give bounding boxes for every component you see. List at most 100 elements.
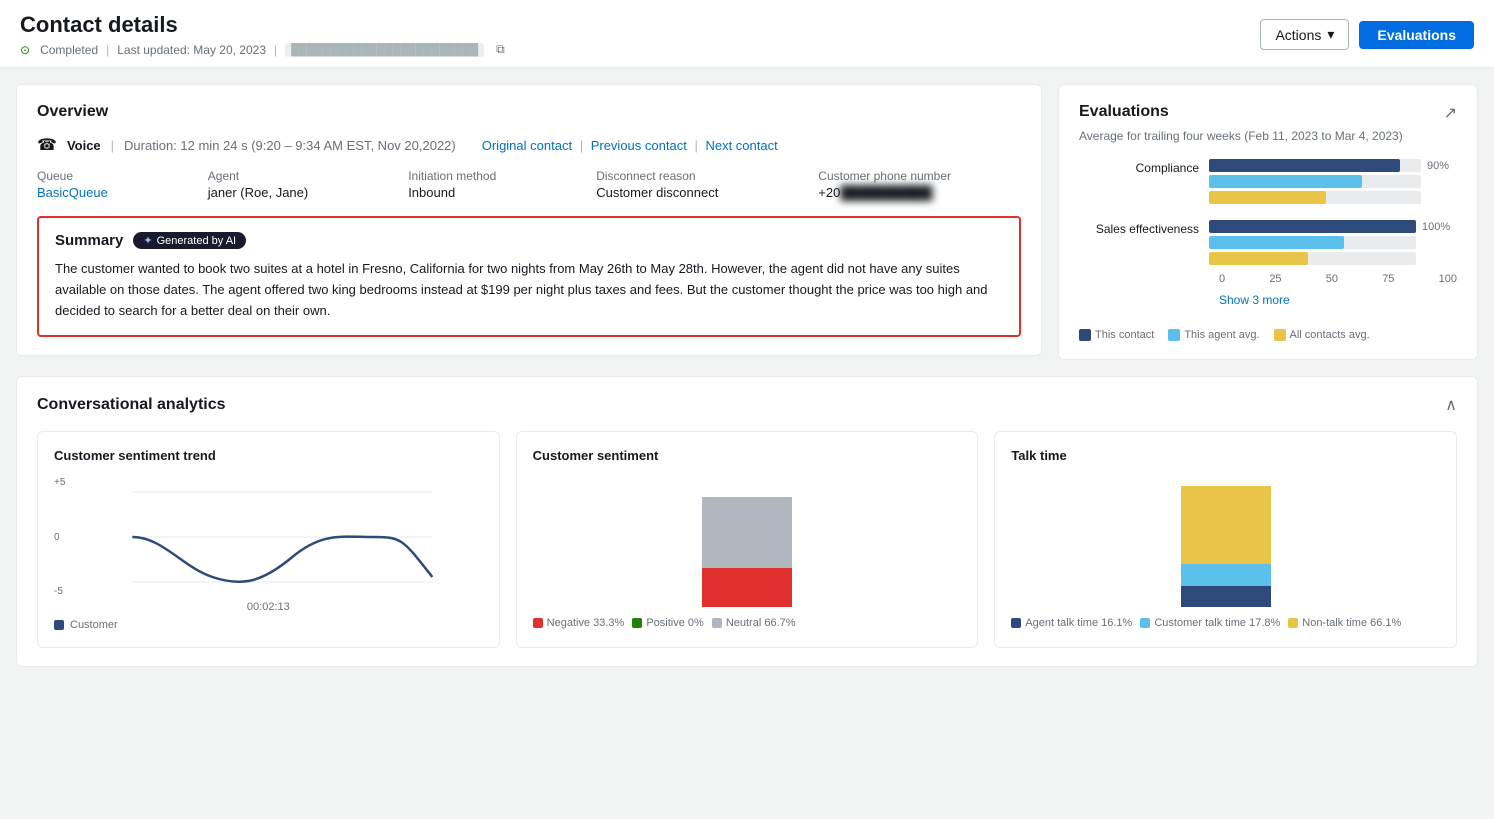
voice-label: Voice <box>67 138 101 153</box>
compliance-label: Compliance <box>1079 159 1209 175</box>
analytics-cards: Customer sentiment trend +5 0 -5 <box>37 431 1457 648</box>
analytics-section: Conversational analytics ∧ Customer sent… <box>16 376 1478 667</box>
sentiment-trend-card: Customer sentiment trend +5 0 -5 <box>37 431 500 648</box>
agent-item: Agent janer (Roe, Jane) <box>208 169 378 200</box>
voice-duration: Duration: 12 min 24 s (9:20 – 9:34 AM ES… <box>124 138 456 153</box>
initiation-value: Inbound <box>408 185 566 200</box>
talk-time-title: Talk time <box>1011 448 1440 463</box>
trend-svg <box>82 477 483 597</box>
ai-badge: ✦ Generated by AI <box>133 232 246 249</box>
sales-label: Sales effectiveness <box>1079 220 1209 236</box>
agent-value: janer (Roe, Jane) <box>208 185 378 200</box>
meta-grid: Queue BasicQueue Agent janer (Roe, Jane)… <box>37 169 1021 200</box>
disconnect-item: Disconnect reason Customer disconnect <box>596 169 788 200</box>
legend-agent-avg: This agent avg. <box>1168 329 1259 341</box>
positive-legend: Positive 0% <box>632 617 703 629</box>
sentiment-trend-title: Customer sentiment trend <box>54 448 483 463</box>
sales-section: Sales effectiveness 100% <box>1079 220 1457 265</box>
voice-row: ☎ Voice | Duration: 12 min 24 s (9:20 – … <box>37 135 1021 155</box>
talk-time-card: Talk time Agent talk time 16.1% <box>994 431 1457 648</box>
talktime-legend: Agent talk time 16.1% Customer talk time… <box>1011 617 1440 629</box>
positive-dot <box>632 618 642 628</box>
sentiment-legend: Negative 33.3% Positive 0% Neutral 66.7% <box>533 617 962 629</box>
x-axis-label: 00:02:13 <box>54 601 483 613</box>
sentiment-trend-chart: +5 0 -5 <box>54 477 483 597</box>
contact-id: ████████████████████████ <box>285 43 484 57</box>
star-icon: ✦ <box>143 234 152 247</box>
queue-link[interactable]: BasicQueue <box>37 185 108 200</box>
header-left: Contact details ⊙ Completed | Last updat… <box>20 12 505 57</box>
status-badge: Completed <box>40 43 98 57</box>
copy-icon[interactable]: ⧉ <box>496 42 505 57</box>
customer-dot <box>54 620 64 630</box>
summary-title: Summary <box>55 232 123 249</box>
disconnect-value: Customer disconnect <box>596 185 788 200</box>
summary-box: Summary ✦ Generated by AI The customer w… <box>37 216 1021 337</box>
this-contact-dot <box>1079 329 1091 341</box>
overview-title: Overview <box>37 103 1021 121</box>
negative-segment <box>702 568 792 607</box>
compliance-section: Compliance 90% <box>1079 159 1457 204</box>
trend-legend: Customer <box>54 619 483 631</box>
queue-item: Queue BasicQueue <box>37 169 178 200</box>
neutral-legend: Neutral 66.7% <box>712 617 796 629</box>
negative-dot <box>533 618 543 628</box>
agent-talk-dot <box>1011 618 1021 628</box>
page-header: Contact details ⊙ Completed | Last updat… <box>0 0 1494 68</box>
header-actions: Actions ▾ Evaluations <box>1260 19 1474 50</box>
talktime-stack <box>1181 477 1271 607</box>
page-meta: ⊙ Completed | Last updated: May 20, 2023… <box>20 42 505 57</box>
sentiment-bar-container <box>533 477 962 607</box>
eval-axis: 0 25 50 75 100 <box>1079 273 1457 285</box>
customer-talk-dot <box>1140 618 1150 628</box>
analytics-title: Conversational analytics <box>37 396 226 414</box>
initiation-item: Initiation method Inbound <box>408 169 566 200</box>
agent-avg-dot <box>1168 329 1180 341</box>
eval-legend: This contact This agent avg. All contact… <box>1079 329 1457 341</box>
negative-legend: Negative 33.3% <box>533 617 625 629</box>
show-more-link[interactable]: Show 3 more <box>1219 293 1290 307</box>
evaluations-card: Evaluations ↗ Average for trailing four … <box>1058 84 1478 360</box>
agent-talk-legend: Agent talk time 16.1% <box>1011 617 1132 629</box>
next-contact-link[interactable]: Next contact <box>705 138 777 153</box>
legend-all-avg: All contacts avg. <box>1274 329 1370 341</box>
eval-subtitle: Average for trailing four weeks (Feb 11,… <box>1079 129 1457 143</box>
sales-bars: 100% <box>1209 220 1457 265</box>
neutral-segment <box>702 497 792 569</box>
legend-this-contact: This contact <box>1079 329 1154 341</box>
compliance-bars: 90% <box>1209 159 1457 204</box>
nontalk-segment <box>1181 486 1271 564</box>
eval-header: Evaluations ↗ <box>1079 103 1457 123</box>
all-avg-dot <box>1274 329 1286 341</box>
completed-icon: ⊙ <box>20 43 30 57</box>
expand-icon[interactable]: ↗ <box>1444 103 1457 123</box>
phone-item: Customer phone number +20██████████ <box>818 169 1021 200</box>
customer-talk-legend: Customer talk time 17.8% <box>1140 617 1280 629</box>
summary-text: The customer wanted to book two suites a… <box>55 259 1003 321</box>
customer-sentiment-card: Customer sentiment Negative 33.3% <box>516 431 979 648</box>
actions-button[interactable]: Actions ▾ <box>1260 19 1349 50</box>
phone-value: +20██████████ <box>818 185 1021 200</box>
summary-header: Summary ✦ Generated by AI <box>55 232 1003 249</box>
nontalk-dot <box>1288 618 1298 628</box>
neutral-dot <box>712 618 722 628</box>
overview-card: Overview ☎ Voice | Duration: 12 min 24 s… <box>16 84 1042 356</box>
contact-links: Original contact | Previous contact | Ne… <box>482 138 778 153</box>
customer-talk-segment <box>1181 564 1271 586</box>
sentiment-stack <box>702 477 792 607</box>
page-title: Contact details <box>20 12 505 38</box>
previous-contact-link[interactable]: Previous contact <box>591 138 687 153</box>
original-contact-link[interactable]: Original contact <box>482 138 572 153</box>
talktime-bar-container <box>1011 477 1440 607</box>
chevron-down-icon: ▾ <box>1327 26 1334 43</box>
evaluations-button[interactable]: Evaluations <box>1359 21 1474 49</box>
nontalk-legend: Non-talk time 66.1% <box>1288 617 1401 629</box>
analytics-header: Conversational analytics ∧ <box>37 395 1457 415</box>
last-updated: Last updated: May 20, 2023 <box>117 43 266 57</box>
customer-sentiment-title: Customer sentiment <box>533 448 962 463</box>
collapse-icon[interactable]: ∧ <box>1445 395 1457 415</box>
phone-icon: ☎ <box>37 135 57 155</box>
eval-title: Evaluations <box>1079 103 1169 121</box>
y-axis-labels: +5 0 -5 <box>54 477 65 597</box>
agent-talk-segment <box>1181 586 1271 607</box>
